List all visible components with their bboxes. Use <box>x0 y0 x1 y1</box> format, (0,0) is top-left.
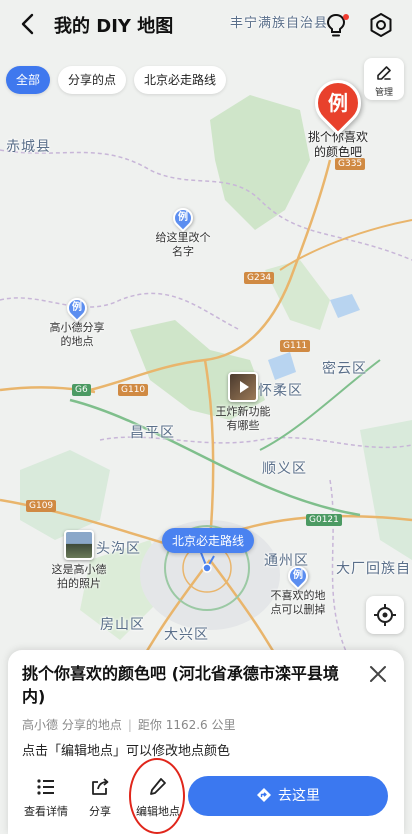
place-distance: 距你 1162.6 公里 <box>137 718 236 732</box>
edit-icon <box>377 66 391 80</box>
pin-marker-text: 例 <box>328 91 348 115</box>
notification-dot <box>343 14 349 20</box>
place-label-changping: 昌平区 <box>130 425 175 441</box>
road-shield-g234: G234 <box>244 272 275 284</box>
place-title: 挑个你喜欢的颜色吧 (河北省承德市滦平县境内) <box>22 664 339 706</box>
video-pin[interactable]: 王炸新功能 有哪些 <box>208 372 278 433</box>
details-label: 查看详情 <box>24 805 68 818</box>
manage-button[interactable]: 管理 <box>364 58 404 100</box>
place-label-fangshan: 房山区 <box>100 617 145 633</box>
page-title: 我的 DIY 地图 <box>54 16 174 37</box>
close-icon[interactable] <box>366 662 390 686</box>
place-label-dachang: 大厂回族自 <box>336 561 411 577</box>
pin-caption: 王炸新功能 有哪些 <box>215 405 271 432</box>
route-chip[interactable]: 北京必走路线 <box>162 528 255 553</box>
pin-caption: 高小德分享 的地点 <box>49 321 105 348</box>
manage-label: 管理 <box>374 88 393 98</box>
share-button[interactable]: 分享 <box>70 774 130 819</box>
photo-pin[interactable]: 这是高小德 拍的照片 <box>44 530 114 591</box>
road-shield-g110: G110 <box>118 384 149 396</box>
share-label: 分享 <box>89 805 111 818</box>
place-label-chicheng: 赤城县 <box>6 139 51 155</box>
pin-caption: 这是高小德 拍的照片 <box>51 563 107 590</box>
settings-icon[interactable] <box>368 12 394 38</box>
place-label-shunyi: 顺义区 <box>262 461 307 477</box>
filter-chips: 全部 分享的点 北京必走路线 <box>6 66 227 94</box>
pin-marker-text: 例 <box>178 212 188 223</box>
road-shield-g109: G109 <box>26 500 57 512</box>
pin-marker-text: 例 <box>72 302 82 313</box>
place-meta: 高小德 分享的地点 | 距你 1162.6 公里 <box>22 716 236 733</box>
road-shield-g6: G6 <box>72 384 91 396</box>
play-icon <box>240 381 249 393</box>
filter-chip-shared[interactable]: 分享的点 <box>58 66 127 94</box>
shared-pin[interactable]: 例 高小德分享 的地点 <box>42 293 112 349</box>
road-shield-g0121: G0121 <box>306 514 342 526</box>
place-detail-card: 挑个你喜欢的颜色吧 (河北省承德市滦平县境内) 高小德 分享的地点 | 距你 116… <box>8 650 404 834</box>
go-here-label: 去这里 <box>278 788 320 804</box>
back-icon[interactable] <box>14 10 42 38</box>
top-bar: 我的 DIY 地图 <box>0 0 412 50</box>
filter-chip-route[interactable]: 北京必走路线 <box>134 66 227 94</box>
pin-caption: 不喜欢的地 点可以删掉 <box>270 589 326 616</box>
details-button[interactable]: 查看详情 <box>16 774 76 819</box>
pin-marker-text: 例 <box>293 570 303 581</box>
edit-hint: 点击「编辑地点」可以修改地点颜色 <box>22 744 231 759</box>
list-icon <box>37 779 54 795</box>
road-shield-g111: G111 <box>280 340 311 352</box>
navigate-icon <box>257 788 271 802</box>
locate-icon <box>374 604 396 626</box>
filter-chip-all[interactable]: 全部 <box>6 66 51 94</box>
place-label-daxing: 大兴区 <box>164 627 209 643</box>
locate-button[interactable] <box>366 596 404 634</box>
go-here-button[interactable]: 去这里 <box>188 776 388 816</box>
place-source: 高小德 分享的地点 <box>22 718 122 732</box>
video-thumbnail <box>228 372 258 402</box>
meta-separator: | <box>127 718 132 732</box>
photo-thumbnail <box>64 530 94 560</box>
rename-pin[interactable]: 例 给这里改个 名字 <box>148 203 218 259</box>
highlight-ring <box>129 758 185 834</box>
pin-caption: 给这里改个 名字 <box>155 231 211 258</box>
deletable-pin[interactable]: 例 不喜欢的地 点可以删掉 <box>262 561 334 617</box>
place-label-miyun: 密云区 <box>322 361 367 377</box>
share-icon <box>92 778 109 795</box>
